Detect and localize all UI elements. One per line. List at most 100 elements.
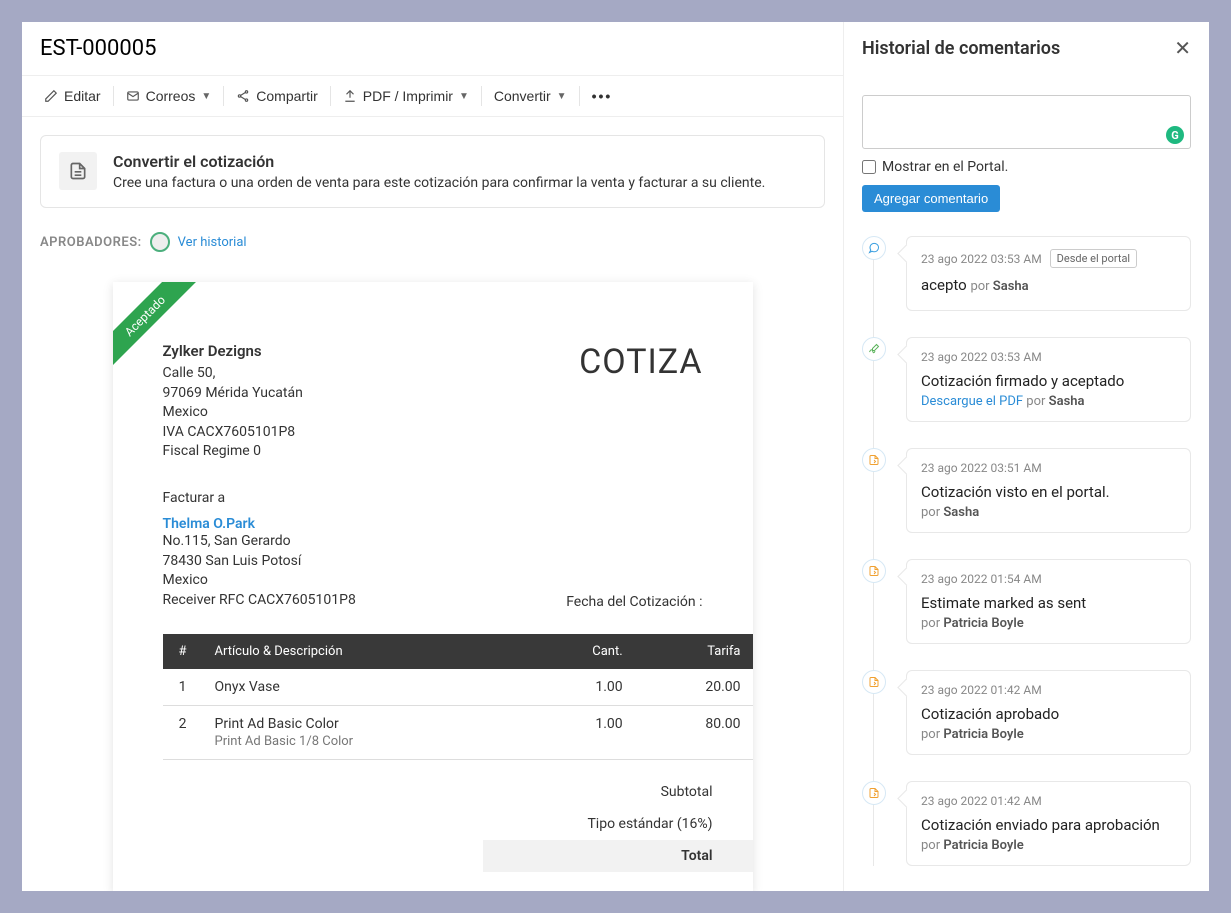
timeline-card: 23 ago 2022 03:53 AMDesde el portal acept… — [906, 236, 1191, 311]
comment-author: por Sasha — [970, 279, 1028, 294]
company-block: Zylker Dezigns Calle 50, 97069 Mérida Yu… — [163, 342, 303, 462]
comment-textarea[interactable]: G — [862, 95, 1191, 149]
comment-text: acepto por Sasha — [921, 276, 1176, 294]
view-history-link[interactable]: Ver historial — [178, 235, 247, 250]
timeline-card: 23 ago 2022 01:42 AM Cotización aprobado p… — [906, 670, 1191, 755]
customer-rfc-line: Receiver RFC CACX7605101P8 — [163, 591, 356, 611]
comment-meta: 23 ago 2022 03:53 AMDesde el portal — [921, 249, 1176, 268]
download-pdf-link[interactable]: Descargue el PDF — [921, 394, 1023, 409]
approvers-label: APROBADORES: — [40, 235, 142, 250]
table-row: 1Onyx Vase1.0020.00 — [163, 669, 753, 706]
timeline-item: 23 ago 2022 01:54 AM Estimate marked as s… — [862, 559, 1191, 644]
page-header: EST-000005 — [22, 22, 843, 75]
timeline-doc-icon — [862, 670, 886, 694]
comment-author: por Patricia Boyle — [921, 727, 1176, 742]
banner-description: Cree una factura o una orden de venta pa… — [113, 175, 765, 191]
comment-meta: 23 ago 2022 01:42 AM — [921, 794, 1176, 808]
app-window: EST-000005 Editar Correos ▼ — [22, 22, 1209, 891]
more-button[interactable]: ••• — [580, 76, 625, 116]
comment-timestamp: 23 ago 2022 01:54 AM — [921, 572, 1042, 586]
share-label: Compartir — [256, 88, 317, 104]
comment-author: por Patricia Boyle — [921, 838, 1176, 853]
comment-meta: 23 ago 2022 03:53 AM — [921, 350, 1176, 364]
item-desc: Onyx Vase — [203, 669, 527, 706]
item-desc: Print Ad Basic ColorPrint Ad Basic 1/8 C… — [203, 706, 527, 760]
timeline-doc-icon — [862, 448, 886, 472]
company-tax-line: IVA CACX7605101P8 — [163, 423, 303, 443]
comment-text: Cotización aprobado — [921, 705, 1176, 723]
pdf-icon — [343, 89, 357, 103]
document-icon — [59, 152, 97, 190]
comment-text: Cotización visto en el portal. — [921, 483, 1176, 501]
comment-meta: 23 ago 2022 01:54 AM — [921, 572, 1176, 586]
total-label: Total — [533, 848, 713, 864]
item-rate: 20.00 — [635, 669, 753, 706]
company-address-line: Calle 50, — [163, 364, 303, 384]
col-qty: Cant. — [526, 634, 634, 669]
timeline-sign-icon — [862, 337, 886, 361]
company-regime-line: Fiscal Regime 0 — [163, 442, 303, 462]
content-area: Convertir el cotización Cree una factura… — [22, 117, 843, 891]
item-sub-desc: Print Ad Basic 1/8 Color — [215, 734, 515, 749]
add-comment-button[interactable]: Agregar comentario — [862, 185, 1000, 212]
comment-text: Estimate marked as sent — [921, 594, 1176, 612]
timeline-item: 23 ago 2022 01:42 AM Cotización aprobado p… — [862, 670, 1191, 755]
document-header: Zylker Dezigns Calle 50, 97069 Mérida Yu… — [113, 322, 753, 462]
convert-banner: Convertir el cotización Cree una factura… — [40, 135, 825, 208]
company-name: Zylker Dezigns — [163, 342, 303, 360]
items-table: # Artículo & Descripción Cant. Tarifa 1O… — [163, 634, 753, 760]
timeline-item: 23 ago 2022 01:42 AMCotización enviado p… — [862, 781, 1191, 866]
timeline-card: 23 ago 2022 01:42 AMCotización enviado p… — [906, 781, 1191, 866]
share-icon — [236, 89, 250, 103]
chevron-down-icon: ▼ — [201, 91, 211, 102]
document-wrapper: Aceptado Zylker Dezigns Calle 50, 97069 … — [40, 282, 825, 891]
pdf-print-button[interactable]: PDF / Imprimir ▼ — [331, 76, 481, 116]
timeline-item: 23 ago 2022 03:53 AMDesde el portal acept… — [862, 236, 1191, 311]
comment-meta: 23 ago 2022 03:51 AM — [921, 461, 1176, 475]
comment-text: Cotización firmado y aceptado — [921, 372, 1176, 390]
comment-meta: 23 ago 2022 01:42 AM — [921, 683, 1176, 697]
edit-button[interactable]: Editar — [32, 76, 113, 116]
show-in-portal-checkbox[interactable]: Mostrar en el Portal. — [862, 159, 1191, 175]
comment-author: por Patricia Boyle — [921, 616, 1176, 631]
timeline-item: 23 ago 2022 03:53 AM Cotización firmado y… — [862, 337, 1191, 422]
comment-timestamp: 23 ago 2022 01:42 AM — [921, 683, 1042, 697]
estimate-date-label: Fecha del Cotización : — [566, 594, 702, 610]
chevron-down-icon: ▼ — [557, 91, 567, 102]
timeline-card: 23 ago 2022 01:54 AM Estimate marked as s… — [906, 559, 1191, 644]
item-number: 1 — [163, 669, 203, 706]
col-number: # — [163, 634, 203, 669]
main-panel: EST-000005 Editar Correos ▼ — [22, 22, 843, 891]
item-qty: 1.00 — [526, 669, 634, 706]
banner-text: Convertir el cotización Cree una factura… — [113, 152, 765, 191]
tax-row: Tipo estándar (16%) — [113, 808, 753, 840]
close-icon: ✕ — [1174, 38, 1191, 60]
bill-to-label: Facturar a — [163, 490, 703, 506]
share-button[interactable]: Compartir — [224, 76, 329, 116]
portal-checkbox-input[interactable] — [862, 160, 876, 174]
company-address-line: 97069 Mérida Yucatán — [163, 384, 303, 404]
comment-timestamp: 23 ago 2022 03:53 AM — [921, 350, 1042, 364]
close-sidebar-button[interactable]: ✕ — [1174, 36, 1191, 61]
emails-button[interactable]: Correos ▼ — [114, 76, 224, 116]
sidebar-body: G Mostrar en el Portal. Agregar comentar… — [844, 75, 1209, 891]
subtotal-label: Subtotal — [533, 784, 713, 800]
page-title: EST-000005 — [40, 36, 825, 61]
approver-avatar — [150, 232, 170, 252]
convert-button[interactable]: Convertir ▼ — [482, 76, 579, 116]
comment-timestamp: 23 ago 2022 03:51 AM — [921, 461, 1042, 475]
convert-label: Convertir — [494, 88, 551, 104]
subtotal-row: Subtotal — [113, 776, 753, 808]
edit-label: Editar — [64, 88, 101, 104]
sidebar-header: Historial de comentarios ✕ — [844, 22, 1209, 75]
sidebar-title: Historial de comentarios — [862, 38, 1060, 59]
comment-timestamp: 23 ago 2022 01:42 AM — [921, 794, 1042, 808]
customer-name-link[interactable]: Thelma O.Park — [163, 516, 356, 532]
customer-block: Thelma O.Park No.115, San Gerardo 78430 … — [163, 516, 356, 610]
estimate-document: Aceptado Zylker Dezigns Calle 50, 97069 … — [113, 282, 753, 891]
totals-block: Subtotal Tipo estándar (16%) Total — [113, 776, 753, 872]
toolbar: Editar Correos ▼ Compartir — [22, 75, 843, 117]
item-qty: 1.00 — [526, 706, 634, 760]
mail-icon — [126, 89, 140, 103]
portal-badge: Desde el portal — [1050, 249, 1137, 268]
